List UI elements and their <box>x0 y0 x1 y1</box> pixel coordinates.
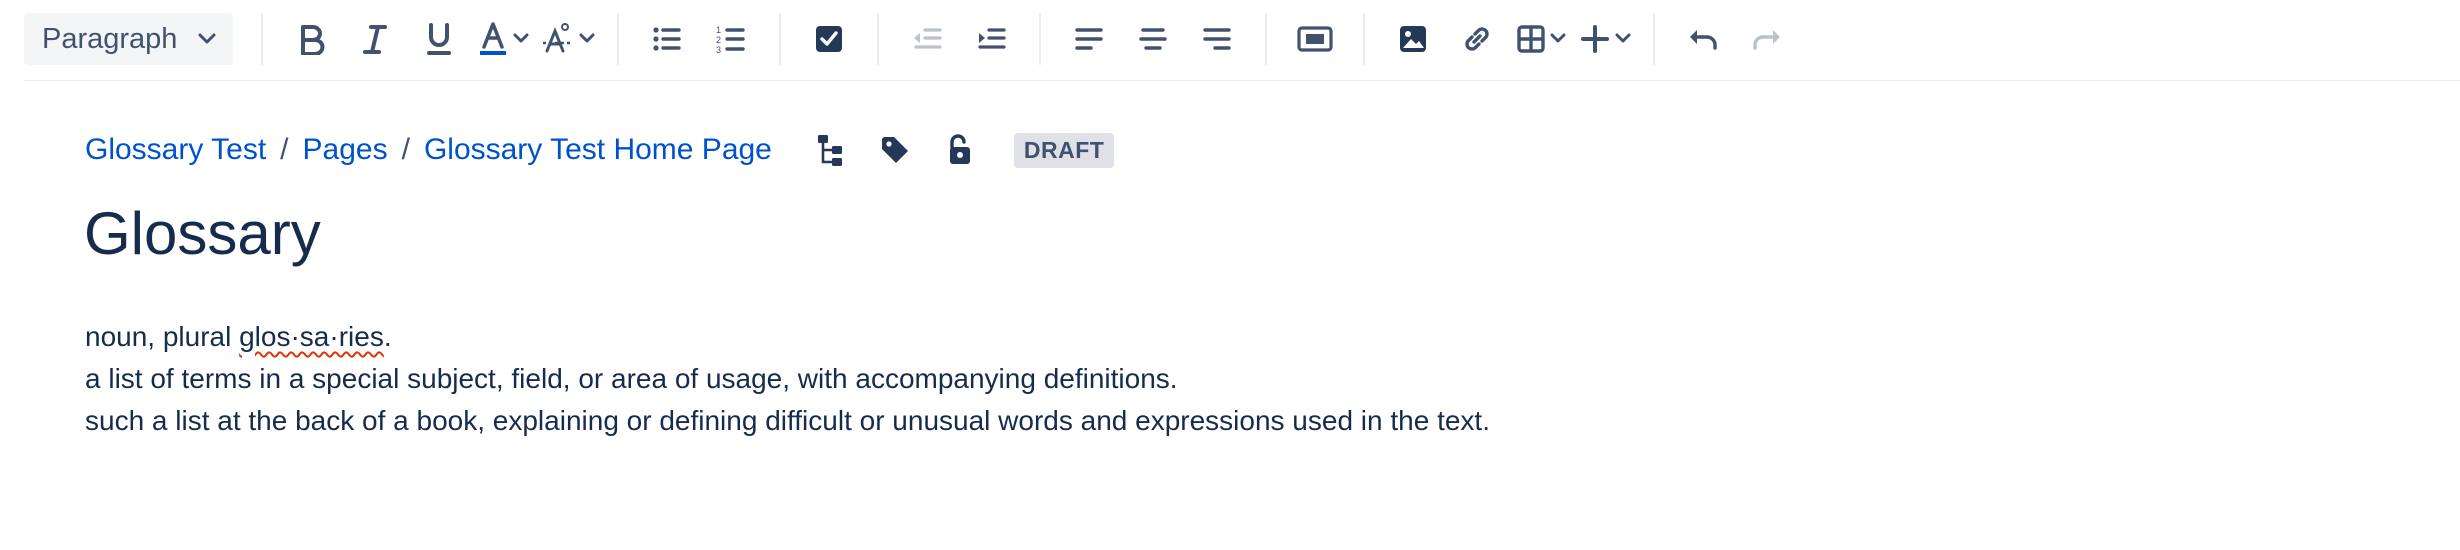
bullet-list-icon <box>653 27 682 51</box>
svg-text:2: 2 <box>716 35 721 45</box>
body-line: such a list at the back of a book, expla… <box>85 405 1490 436</box>
insert-link-button[interactable] <box>1451 13 1503 65</box>
svg-text:3: 3 <box>716 45 721 54</box>
body-line: a list of terms in a special subject, fi… <box>85 363 1178 394</box>
bold-icon <box>301 25 325 55</box>
breadcrumb-parent-page-link[interactable]: Glossary Test Home Page <box>424 133 772 167</box>
status-badge: DRAFT <box>1013 132 1115 168</box>
tag-icon <box>881 137 908 163</box>
text-color-button[interactable] <box>477 13 529 65</box>
chevron-down-icon <box>1615 33 1631 43</box>
align-center-icon <box>1139 28 1168 50</box>
redo-button[interactable] <box>1741 13 1793 65</box>
bullet-list-button[interactable] <box>641 13 693 65</box>
align-center-button[interactable] <box>1127 13 1179 65</box>
page-tree-icon <box>817 135 842 166</box>
align-left-button[interactable] <box>1063 13 1115 65</box>
text-color-icon <box>480 22 507 55</box>
align-right-icon <box>1203 28 1232 50</box>
clear-formatting-icon <box>543 23 574 53</box>
page-title[interactable]: Glossary <box>84 196 321 272</box>
outdent-icon <box>914 28 943 49</box>
underline-icon <box>427 23 452 55</box>
page-meta-actions <box>814 133 976 167</box>
indent-button[interactable] <box>965 13 1017 65</box>
indent-icon <box>978 28 1007 49</box>
paragraph-style-label: Paragraph <box>42 22 178 55</box>
underline-button[interactable] <box>413 13 465 65</box>
layouts-button[interactable] <box>1289 13 1341 65</box>
toolbar-bottom-border <box>24 80 2460 81</box>
layout-icon <box>1297 26 1334 52</box>
italic-button[interactable] <box>349 13 401 65</box>
align-left-icon <box>1075 28 1104 50</box>
checkbox-icon <box>816 26 843 52</box>
redo-icon <box>1753 30 1781 50</box>
editor-toolbar: Paragraph 123 <box>24 0 2460 78</box>
chevron-down-icon <box>1550 33 1566 43</box>
page-body[interactable]: noun, plural glos·sa·ries. a list of ter… <box>85 316 1490 442</box>
toolbar-divider <box>1039 13 1042 65</box>
undo-icon <box>1690 30 1718 50</box>
spellcheck-word[interactable]: glos·sa·ries <box>239 321 384 352</box>
toolbar-divider <box>877 13 880 65</box>
unlock-icon <box>949 134 970 164</box>
breadcrumb: Glossary Test / Pages / Glossary Test Ho… <box>85 128 1115 172</box>
outdent-button[interactable] <box>901 13 953 65</box>
image-icon <box>1400 26 1427 52</box>
numbered-list-icon: 123 <box>716 25 746 54</box>
toolbar-divider <box>617 13 620 65</box>
toolbar-divider <box>1265 13 1268 65</box>
insert-more-button[interactable] <box>1579 13 1631 65</box>
chevron-down-icon <box>579 33 595 43</box>
breadcrumb-space-link[interactable]: Glossary Test <box>85 133 266 167</box>
italic-icon <box>363 25 388 54</box>
numbered-list-button[interactable]: 123 <box>705 13 757 65</box>
plus-icon <box>1581 25 1610 53</box>
breadcrumb-separator: / <box>401 133 410 166</box>
task-list-button[interactable] <box>803 13 855 65</box>
toolbar-divider <box>261 13 264 65</box>
body-line: noun, plural glos·sa·ries. <box>85 321 392 352</box>
breadcrumb-pages-link[interactable]: Pages <box>303 133 388 167</box>
page-tree-button[interactable] <box>814 133 848 167</box>
svg-text:1: 1 <box>716 25 721 35</box>
toolbar-divider <box>1653 13 1656 65</box>
link-icon <box>1465 27 1490 51</box>
undo-button[interactable] <box>1677 13 1729 65</box>
bold-button[interactable] <box>285 13 337 65</box>
align-right-button[interactable] <box>1191 13 1243 65</box>
toolbar-divider <box>779 13 782 65</box>
chevron-down-icon <box>198 33 216 44</box>
labels-button[interactable] <box>878 133 912 167</box>
table-icon <box>1517 25 1546 53</box>
insert-table-button[interactable] <box>1515 13 1567 65</box>
toolbar-divider <box>1363 13 1366 65</box>
paragraph-style-dropdown[interactable]: Paragraph <box>24 13 234 65</box>
insert-image-button[interactable] <box>1387 13 1439 65</box>
breadcrumb-separator: / <box>280 133 289 166</box>
clear-formatting-button[interactable] <box>541 13 595 65</box>
chevron-down-icon <box>513 33 529 43</box>
restrictions-button[interactable] <box>942 133 976 167</box>
